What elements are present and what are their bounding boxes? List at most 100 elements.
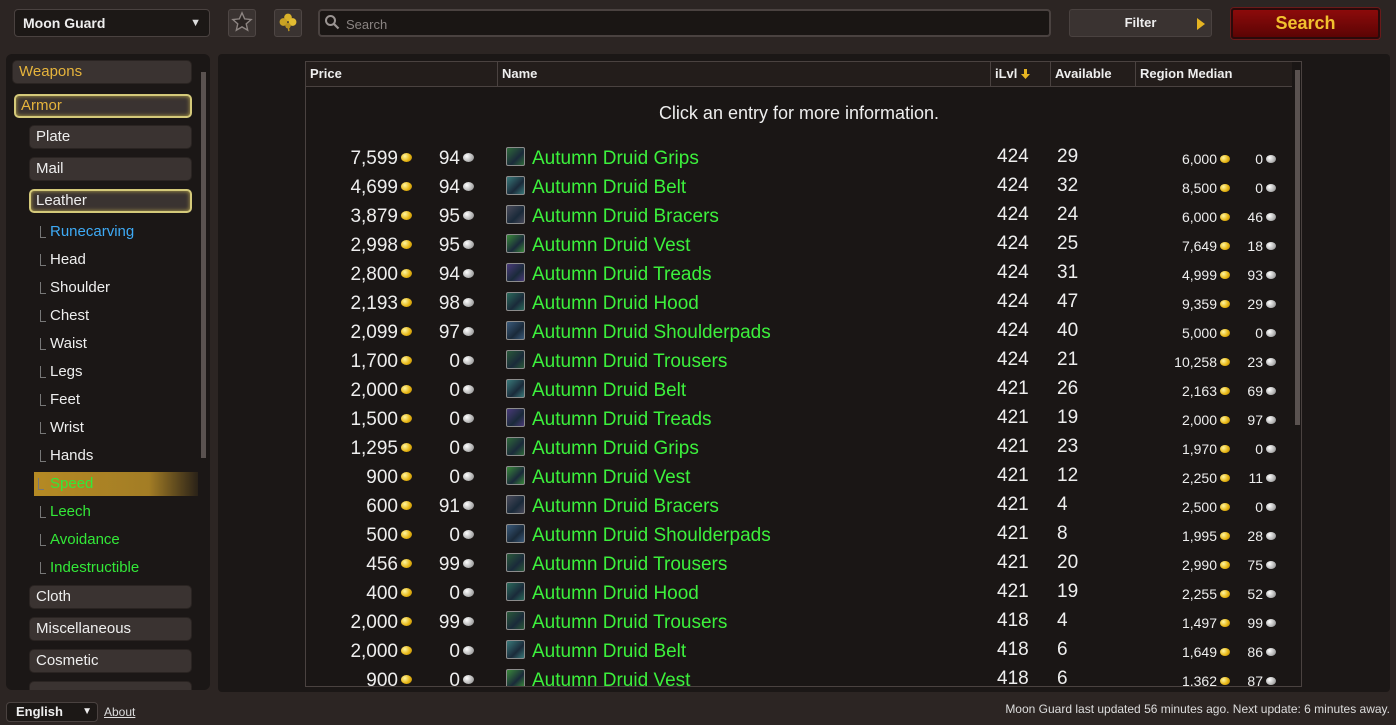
- sub-runecarving[interactable]: Runecarving: [36, 220, 198, 244]
- table-row[interactable]: 900 0 Autumn Druid Vest 418 6 1,362 87: [306, 666, 1292, 687]
- scrollbar-thumb[interactable]: [201, 72, 206, 458]
- item-name[interactable]: Autumn Druid Treads: [532, 409, 712, 431]
- table-row[interactable]: 2,193 98 Autumn Druid Hood 424 47 9,359 29: [306, 289, 1292, 318]
- realm-select[interactable]: Moon Guard ▼: [14, 9, 210, 37]
- table-row[interactable]: 7,599 94 Autumn Druid Grips 424 29 6,000 0: [306, 144, 1292, 173]
- item-name[interactable]: Autumn Druid Vest: [532, 670, 690, 686]
- item-name[interactable]: Autumn Druid Grips: [532, 438, 699, 460]
- price-gold: 2,099: [350, 322, 412, 344]
- median-gold-value: 2,163: [1181, 383, 1217, 399]
- item-name[interactable]: Autumn Druid Grips: [532, 148, 699, 170]
- sub-head[interactable]: Head: [36, 248, 198, 272]
- col-price[interactable]: Price: [306, 62, 498, 87]
- category-plate[interactable]: Plate: [29, 125, 192, 149]
- col-available[interactable]: Available: [1051, 62, 1136, 87]
- table-row[interactable]: 1,700 0 Autumn Druid Trousers 424 21 10,258 23: [306, 347, 1292, 376]
- sub-leech[interactable]: Leech: [36, 500, 198, 524]
- scrollbar-thumb[interactable]: [1295, 70, 1300, 425]
- sub-indestructible[interactable]: Indestructible: [36, 556, 198, 580]
- table-row[interactable]: 500 0 Autumn Druid Shoulderpads 421 8 1,995 28: [306, 521, 1292, 550]
- price-gold-value: 500: [366, 525, 398, 546]
- category-leather[interactable]: Leather: [29, 189, 192, 213]
- table-row[interactable]: 1,500 0 Autumn Druid Treads 421 19 2,000 97: [306, 405, 1292, 434]
- category-cosmetic[interactable]: Cosmetic: [29, 649, 192, 673]
- price-silver: 95: [439, 206, 474, 228]
- search-button[interactable]: Search: [1231, 8, 1380, 39]
- sub-hands[interactable]: Hands: [36, 444, 198, 468]
- category-miscellaneous[interactable]: Miscellaneous: [29, 617, 192, 641]
- category-weapons[interactable]: Weapons: [12, 60, 192, 84]
- table-row[interactable]: 2,800 94 Autumn Druid Treads 424 31 4,999 93: [306, 260, 1292, 289]
- tree-branch: [40, 422, 46, 434]
- about-link[interactable]: About: [104, 705, 135, 719]
- table-row[interactable]: 2,099 97 Autumn Druid Shoulderpads 424 40 5,0…: [306, 318, 1292, 347]
- silver-coin-icon: [1266, 677, 1276, 686]
- available-count: 6: [1057, 668, 1068, 687]
- item-name[interactable]: Autumn Druid Belt: [532, 177, 686, 199]
- col-name[interactable]: Name: [498, 62, 991, 87]
- sidebar-scrollbar[interactable]: [199, 64, 207, 684]
- table-row[interactable]: 2,000 99 Autumn Druid Trousers 418 4 1,497 99: [306, 608, 1292, 637]
- item-name[interactable]: Autumn Druid Shoulderpads: [532, 525, 771, 547]
- available-count: 26: [1057, 378, 1079, 399]
- table-row[interactable]: 2,998 95 Autumn Druid Vest 424 25 7,649 18: [306, 231, 1292, 260]
- median-gold-value: 4,999: [1181, 267, 1217, 283]
- item-name[interactable]: Autumn Druid Vest: [532, 467, 690, 489]
- category-armor[interactable]: Armor: [14, 94, 192, 118]
- favorites-button[interactable]: [228, 9, 256, 37]
- clover-button[interactable]: [274, 9, 302, 37]
- sub-wrist[interactable]: Wrist: [36, 416, 198, 440]
- table-row[interactable]: 2,000 0 Autumn Druid Belt 421 26 2,163 69: [306, 376, 1292, 405]
- category-sidebar[interactable]: Weapons Armor Plate Mail Leather Runecar…: [6, 54, 210, 690]
- sub-avoidance[interactable]: Avoidance: [36, 528, 198, 552]
- sub-label: Waist: [50, 335, 87, 352]
- gold-coin-icon: [401, 646, 412, 656]
- table-row[interactable]: 3,879 95 Autumn Druid Bracers 424 24 6,000 46: [306, 202, 1292, 231]
- search-input[interactable]: [344, 13, 1038, 35]
- available-count: 47: [1057, 291, 1079, 312]
- category-mail[interactable]: Mail: [29, 157, 192, 181]
- col-region-median[interactable]: Region Median: [1136, 62, 1292, 87]
- item-name[interactable]: Autumn Druid Bracers: [532, 496, 719, 518]
- item-name[interactable]: Autumn Druid Bracers: [532, 206, 719, 228]
- item-name[interactable]: Autumn Druid Trousers: [532, 612, 727, 634]
- table-row[interactable]: 400 0 Autumn Druid Hood 421 19 2,255 52: [306, 579, 1292, 608]
- table-scrollbar[interactable]: [1293, 62, 1301, 686]
- item-name[interactable]: Autumn Druid Trousers: [532, 351, 727, 373]
- gold-coin-icon: [1220, 271, 1230, 280]
- search-field[interactable]: [318, 9, 1051, 37]
- item-name[interactable]: Autumn Druid Treads: [532, 264, 712, 286]
- item-name[interactable]: Autumn Druid Hood: [532, 583, 699, 605]
- price-silver: 0: [449, 351, 474, 373]
- price-gold-value: 2,193: [350, 293, 398, 314]
- sub-shoulder[interactable]: Shoulder: [36, 276, 198, 300]
- item-name[interactable]: Autumn Druid Vest: [532, 235, 690, 257]
- sub-feet[interactable]: Feet: [36, 388, 198, 412]
- price-gold: 1,295: [350, 438, 412, 460]
- table-row[interactable]: 456 99 Autumn Druid Trousers 421 20 2,990 75: [306, 550, 1292, 579]
- item-name[interactable]: Autumn Druid Belt: [532, 641, 686, 663]
- price-silver-value: 95: [438, 235, 460, 256]
- table-row[interactable]: 4,699 94 Autumn Druid Belt 424 32 8,500 0: [306, 173, 1292, 202]
- sub-waist[interactable]: Waist: [36, 332, 198, 356]
- table-row[interactable]: 2,000 0 Autumn Druid Belt 418 6 1,649 86: [306, 637, 1292, 666]
- category-next[interactable]: [29, 681, 192, 690]
- table-row[interactable]: 1,295 0 Autumn Druid Grips 421 23 1,970 0: [306, 434, 1292, 463]
- table-row[interactable]: 600 91 Autumn Druid Bracers 421 4 2,500 0: [306, 492, 1292, 521]
- item-icon: [506, 640, 525, 659]
- item-name[interactable]: Autumn Druid Belt: [532, 380, 686, 402]
- median-silver-value: 11: [1248, 470, 1263, 486]
- item-name[interactable]: Autumn Druid Hood: [532, 293, 699, 315]
- item-icon: [506, 321, 525, 340]
- col-ilvl[interactable]: iLvl: [991, 62, 1051, 87]
- sub-chest[interactable]: Chest: [36, 304, 198, 328]
- sub-legs[interactable]: Legs: [36, 360, 198, 384]
- filter-button[interactable]: Filter: [1069, 9, 1212, 37]
- price-silver: 94: [439, 177, 474, 199]
- item-name[interactable]: Autumn Druid Shoulderpads: [532, 322, 771, 344]
- table-row[interactable]: 900 0 Autumn Druid Vest 421 12 2,250 11: [306, 463, 1292, 492]
- sub-speed[interactable]: Speed: [34, 472, 198, 496]
- language-select[interactable]: English ▼: [6, 702, 98, 722]
- item-name[interactable]: Autumn Druid Trousers: [532, 554, 727, 576]
- category-cloth[interactable]: Cloth: [29, 585, 192, 609]
